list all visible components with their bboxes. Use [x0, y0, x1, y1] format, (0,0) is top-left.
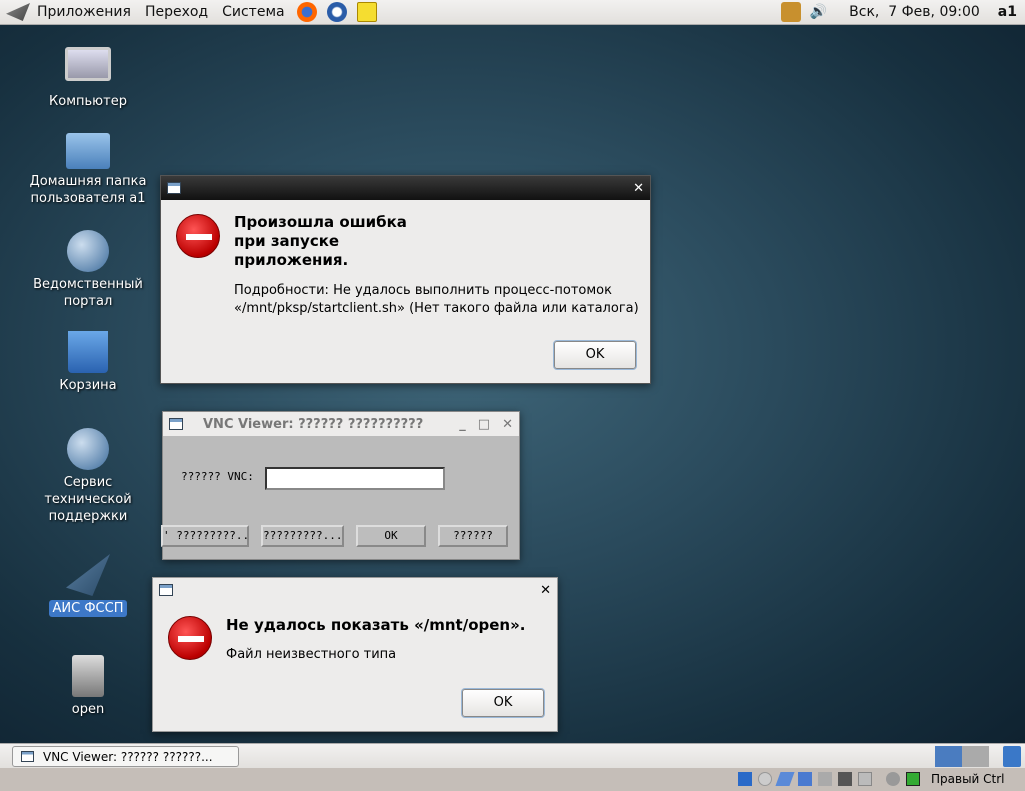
ok-button[interactable]: OK — [554, 341, 636, 369]
clock[interactable]: Вск, 7 Фев, 09:00 — [849, 4, 980, 20]
open-error-dialog: ✕ Не удалось показать «/mnt/open». Файл … — [152, 577, 558, 732]
eagle-icon — [66, 554, 110, 596]
desktop-icon-trash[interactable]: Корзина — [23, 331, 153, 394]
virtualbox-status-bar: Правый Ctrl — [0, 768, 1025, 791]
usb-icon[interactable] — [775, 772, 795, 786]
mouse-icon[interactable] — [886, 772, 900, 786]
menu-places[interactable]: Переход — [138, 4, 215, 20]
window-icon — [169, 418, 183, 430]
user-name[interactable]: a1 — [998, 4, 1017, 20]
maximize-icon[interactable]: □ — [478, 417, 490, 432]
desktop-icon-portal[interactable]: Ведомственный портал — [23, 230, 153, 310]
computer-icon — [65, 47, 111, 81]
workspace-switcher[interactable] — [935, 746, 989, 767]
window-icon — [167, 182, 181, 194]
error-title: Произошла ошибка при запуске приложения. — [234, 213, 407, 269]
notes-icon[interactable] — [356, 2, 377, 22]
close-icon[interactable]: ✕ — [540, 583, 551, 598]
cd-icon[interactable] — [758, 772, 772, 786]
host-key-label: Правый Ctrl — [931, 772, 1005, 786]
globe-icon — [67, 230, 109, 272]
distro-logo-icon[interactable] — [6, 3, 30, 21]
network-icon[interactable] — [798, 772, 812, 786]
error-icon — [168, 616, 212, 660]
ok-button[interactable]: OK — [462, 689, 544, 717]
firefox-icon[interactable] — [296, 2, 317, 22]
display-icon[interactable] — [838, 772, 852, 786]
error-dialog: ✕ Произошла ошибка при запуске приложени… — [160, 175, 651, 384]
thunderbird-icon[interactable] — [326, 2, 347, 22]
close-icon[interactable]: ✕ — [502, 417, 513, 432]
vnc-button-2[interactable]: ?????????... — [261, 525, 344, 547]
file-icon — [72, 655, 104, 697]
top-panel: Приложения Переход Система 🔊 Вск, 7 Фев,… — [0, 0, 1025, 25]
vnc-button-1[interactable]: ' ?????????... — [161, 525, 249, 547]
update-icon[interactable] — [780, 2, 801, 22]
taskbar-item-vnc-viewer[interactable]: VNC Viewer: ?????? ??????... — [12, 746, 239, 767]
error-icon — [176, 214, 220, 258]
minimize-icon[interactable]: _ — [459, 417, 466, 432]
trash-icon — [68, 331, 108, 373]
menu-system[interactable]: Система — [215, 4, 291, 20]
shared-folders-icon[interactable] — [818, 772, 832, 786]
desktop-icon-support[interactable]: Сервис технической поддержки — [23, 428, 153, 525]
bottom-panel: VNC Viewer: ?????? ??????... — [0, 743, 1025, 768]
volume-icon[interactable]: 🔊 — [810, 4, 827, 20]
title-bar: ✕ — [161, 176, 650, 200]
desktop-icon-ais-fssp[interactable]: АИС ФССП — [23, 554, 153, 617]
trash-applet-icon[interactable] — [1003, 746, 1021, 767]
vnc-server-label: ?????? VNC: — [181, 470, 254, 483]
recording-icon[interactable] — [858, 772, 872, 786]
open-error-details: Файл неизвестного типа — [226, 647, 397, 662]
title-bar: ✕ — [153, 578, 557, 602]
desktop-icon-open[interactable]: open — [23, 655, 153, 718]
window-icon — [21, 751, 34, 762]
home-folder-icon — [66, 133, 110, 169]
desktop-icon-home[interactable]: Домашняя папка пользователя a1 — [23, 133, 153, 207]
vnc-button-4[interactable]: ?????? — [438, 525, 508, 547]
close-icon[interactable]: ✕ — [633, 181, 644, 196]
vnc-viewer-window: VNC Viewer: ?????? ?????????? _ □ ✕ ?????? … — [161, 411, 520, 560]
keyboard-capture-icon[interactable] — [906, 772, 920, 786]
open-error-title: Не удалось показать «/mnt/open». — [226, 616, 526, 634]
globe-icon — [67, 428, 109, 470]
desktop-icon-computer[interactable]: Компьютер — [23, 47, 153, 110]
title-bar: VNC Viewer: ?????? ?????????? _ □ ✕ — [163, 412, 519, 436]
menu-applications[interactable]: Приложения — [30, 4, 138, 20]
vnc-ok-button[interactable]: OK — [356, 525, 426, 547]
vnc-server-input[interactable] — [265, 467, 445, 490]
hard-disk-icon[interactable] — [738, 772, 752, 786]
error-details: Подробности: Не удалось выполнить процес… — [234, 283, 639, 316]
window-icon — [159, 584, 173, 596]
